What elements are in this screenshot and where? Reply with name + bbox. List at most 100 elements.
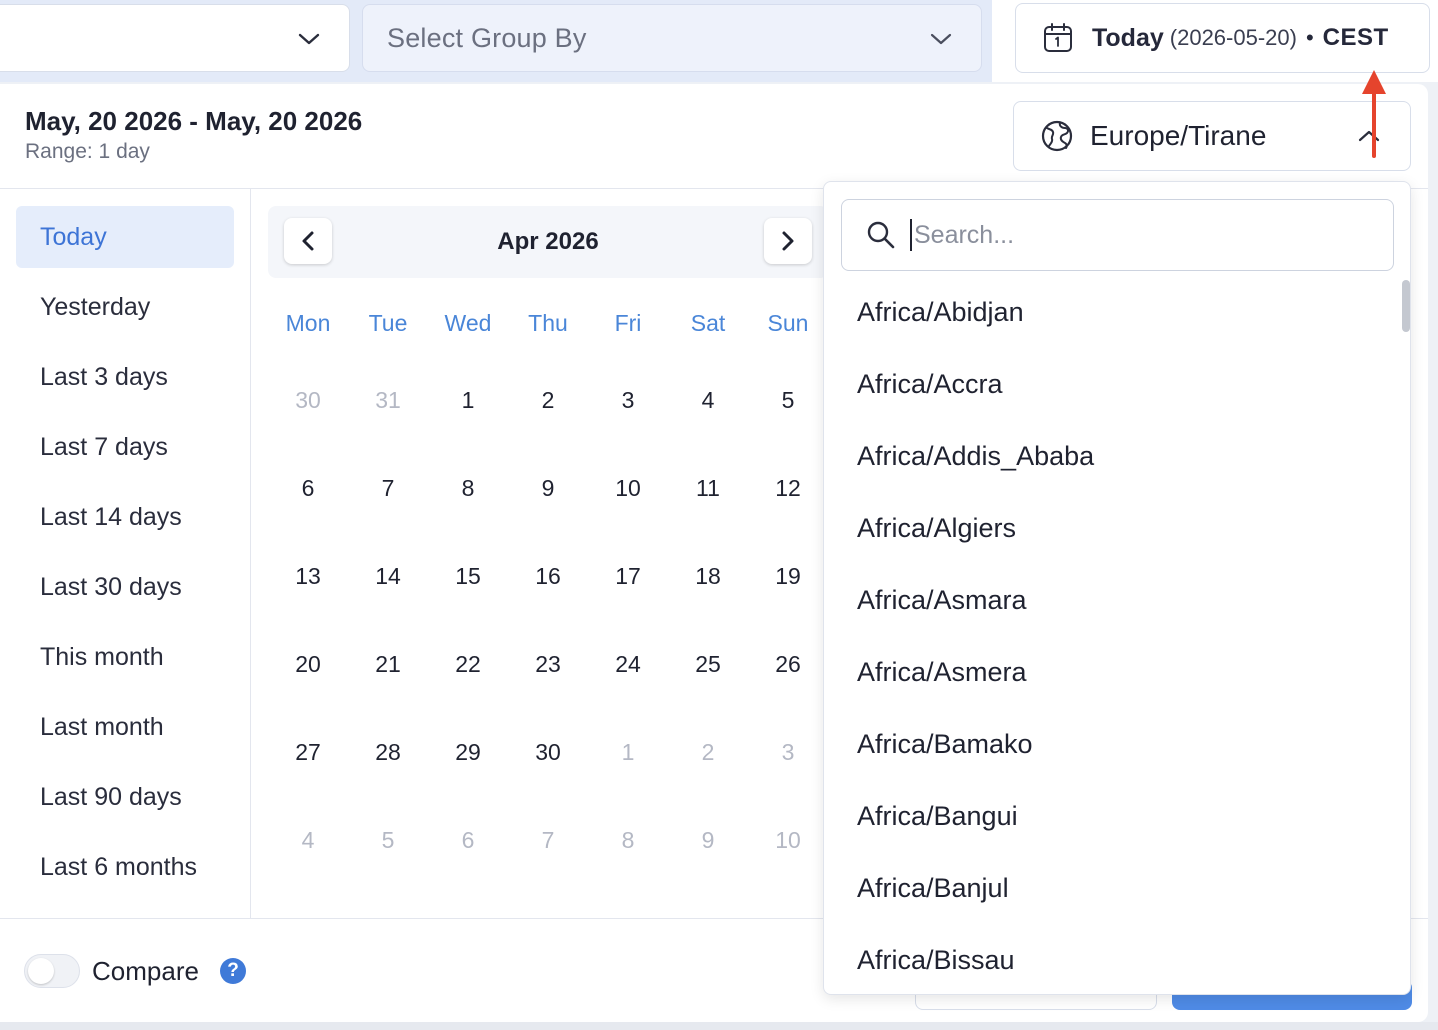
weekday-label: Thu: [528, 310, 568, 336]
next-month-button[interactable]: [764, 218, 812, 264]
calendar-day[interactable]: 2: [508, 380, 588, 420]
annotation-arrow-icon: [1362, 70, 1386, 158]
preset-option[interactable]: Last 3 days: [16, 346, 234, 408]
preset-option[interactable]: Yesterday: [16, 276, 234, 338]
calendar-day[interactable]: 24: [588, 644, 668, 684]
timezone-option[interactable]: Africa/Asmera: [824, 636, 1399, 708]
calendar-day[interactable]: 28: [348, 732, 428, 772]
weekday-label: Mon: [285, 310, 331, 336]
calendar-day[interactable]: 9: [668, 820, 748, 860]
calendar-day[interactable]: 31: [348, 380, 428, 420]
date-range-separator: •: [1305, 25, 1314, 50]
timezone-option[interactable]: Africa/Banjul: [824, 852, 1399, 924]
weekday-label: Sun: [767, 310, 809, 336]
calendar-day[interactable]: 8: [588, 820, 668, 860]
calendar-day[interactable]: 25: [668, 644, 748, 684]
dropdown-scrollbar[interactable]: [1402, 280, 1410, 332]
calendar-day[interactable]: 22: [428, 644, 508, 684]
calendar-day[interactable]: 6: [268, 468, 348, 508]
help-icon[interactable]: ?: [220, 958, 246, 984]
calendar-day[interactable]: 12: [748, 468, 828, 508]
calendar-day[interactable]: 23: [508, 644, 588, 684]
calendar-day[interactable]: 16: [508, 556, 588, 596]
calendar-day[interactable]: 10: [748, 820, 828, 860]
compare-label: Compare: [92, 956, 199, 986]
top-toolbar: Select Group By Today (2026-05-20) • CES…: [0, 0, 1438, 84]
calendar-icon: [1044, 23, 1072, 52]
calendar-day[interactable]: 2: [668, 732, 748, 772]
weekday-label: Tue: [368, 310, 408, 336]
calendar-header: Apr 2026: [268, 206, 828, 278]
timezone-option[interactable]: Africa/Addis_Ababa: [824, 420, 1399, 492]
calendar-day[interactable]: 5: [748, 380, 828, 420]
preset-option[interactable]: Last month: [16, 696, 234, 758]
preset-option[interactable]: Last 90 days: [16, 766, 234, 828]
calendar-day[interactable]: 6: [428, 820, 508, 860]
globe-icon: [1041, 120, 1073, 152]
calendar-month-label: Apr 2026: [497, 228, 599, 255]
timezone-option[interactable]: Africa/Bissau: [824, 924, 1399, 994]
calendar-day[interactable]: 3: [588, 380, 668, 420]
calendar-day[interactable]: 13: [268, 556, 348, 596]
calendar-day[interactable]: 1: [588, 732, 668, 772]
timezone-search-box: [841, 199, 1394, 271]
calendar-day[interactable]: 20: [268, 644, 348, 684]
date-range-date: (2026-05-20): [1169, 25, 1297, 50]
preset-option[interactable]: Last 14 days: [16, 486, 234, 548]
calendar-day[interactable]: 29: [428, 732, 508, 772]
weekday-label: Wed: [444, 310, 492, 336]
calendar-day[interactable]: 4: [268, 820, 348, 860]
calendar-day[interactable]: 3: [748, 732, 828, 772]
preset-option[interactable]: Last 7 days: [16, 416, 234, 478]
toggle-knob: [28, 958, 54, 984]
calendar-day[interactable]: 30: [268, 380, 348, 420]
preset-option[interactable]: Last 6 months: [16, 836, 234, 898]
timezone-select[interactable]: Europe/Tirane: [1013, 101, 1411, 171]
timezone-option[interactable]: Africa/Asmara: [824, 564, 1399, 636]
calendar-day[interactable]: 21: [348, 644, 428, 684]
calendar-day[interactable]: 27: [268, 732, 348, 772]
timezone-option[interactable]: Africa/Algiers: [824, 492, 1399, 564]
date-range-timezone: CEST: [1322, 24, 1389, 51]
calendar-day[interactable]: 5: [348, 820, 428, 860]
calendar-day[interactable]: 9: [508, 468, 588, 508]
calendar-day[interactable]: 7: [508, 820, 588, 860]
preset-option[interactable]: Today: [16, 206, 234, 268]
search-icon: [867, 221, 895, 249]
calendar-day[interactable]: 18: [668, 556, 748, 596]
compare-toggle[interactable]: [24, 954, 80, 988]
calendar-day[interactable]: 4: [668, 380, 748, 420]
calendar-day[interactable]: 15: [428, 556, 508, 596]
preset-option[interactable]: This month: [16, 626, 234, 688]
calendar-day[interactable]: 8: [428, 468, 508, 508]
calendar-day[interactable]: 19: [748, 556, 828, 596]
calendar-day[interactable]: 17: [588, 556, 668, 596]
preset-list: Today Yesterday Last 3 days Last 7 days Last…: [16, 206, 234, 906]
weekday-label: Fri: [614, 310, 642, 336]
preset-option[interactable]: Last 30 days: [16, 556, 234, 618]
sidebar-divider: [250, 189, 251, 918]
timezone-option[interactable]: Africa/Abidjan: [824, 276, 1399, 348]
calendar-day[interactable]: 30: [508, 732, 588, 772]
filter-select[interactable]: [0, 4, 350, 72]
page-background-strip: [0, 1022, 1438, 1030]
timezone-option[interactable]: Africa/Bangui: [824, 780, 1399, 852]
date-range-label: Today: [1092, 23, 1164, 52]
date-range-button[interactable]: Today (2026-05-20) • CEST: [1015, 3, 1430, 73]
range-length: Range: 1 day: [25, 140, 150, 163]
timezone-option[interactable]: Africa/Accra: [824, 348, 1399, 420]
group-by-select[interactable]: Select Group By: [362, 4, 982, 72]
calendar-day[interactable]: 10: [588, 468, 668, 508]
calendar-day[interactable]: 7: [348, 468, 428, 508]
weekday-label: Sat: [690, 310, 726, 336]
calendar-day[interactable]: 14: [348, 556, 428, 596]
timezone-option[interactable]: Africa/Bamako: [824, 708, 1399, 780]
range-title: May, 20 2026 - May, 20 2026: [25, 106, 363, 136]
calendar-weekdays: Mon Tue Wed Thu Fri Sat Sun: [268, 310, 828, 340]
chevron-down-icon: [298, 33, 320, 45]
timezone-search-input[interactable]: [910, 219, 1393, 251]
calendar-day[interactable]: 1: [428, 380, 508, 420]
calendar-day[interactable]: 11: [668, 468, 748, 508]
calendar-day[interactable]: 26: [748, 644, 828, 684]
timezone-dropdown: Africa/AbidjanAfrica/AccraAfrica/Addis_A…: [823, 181, 1411, 995]
